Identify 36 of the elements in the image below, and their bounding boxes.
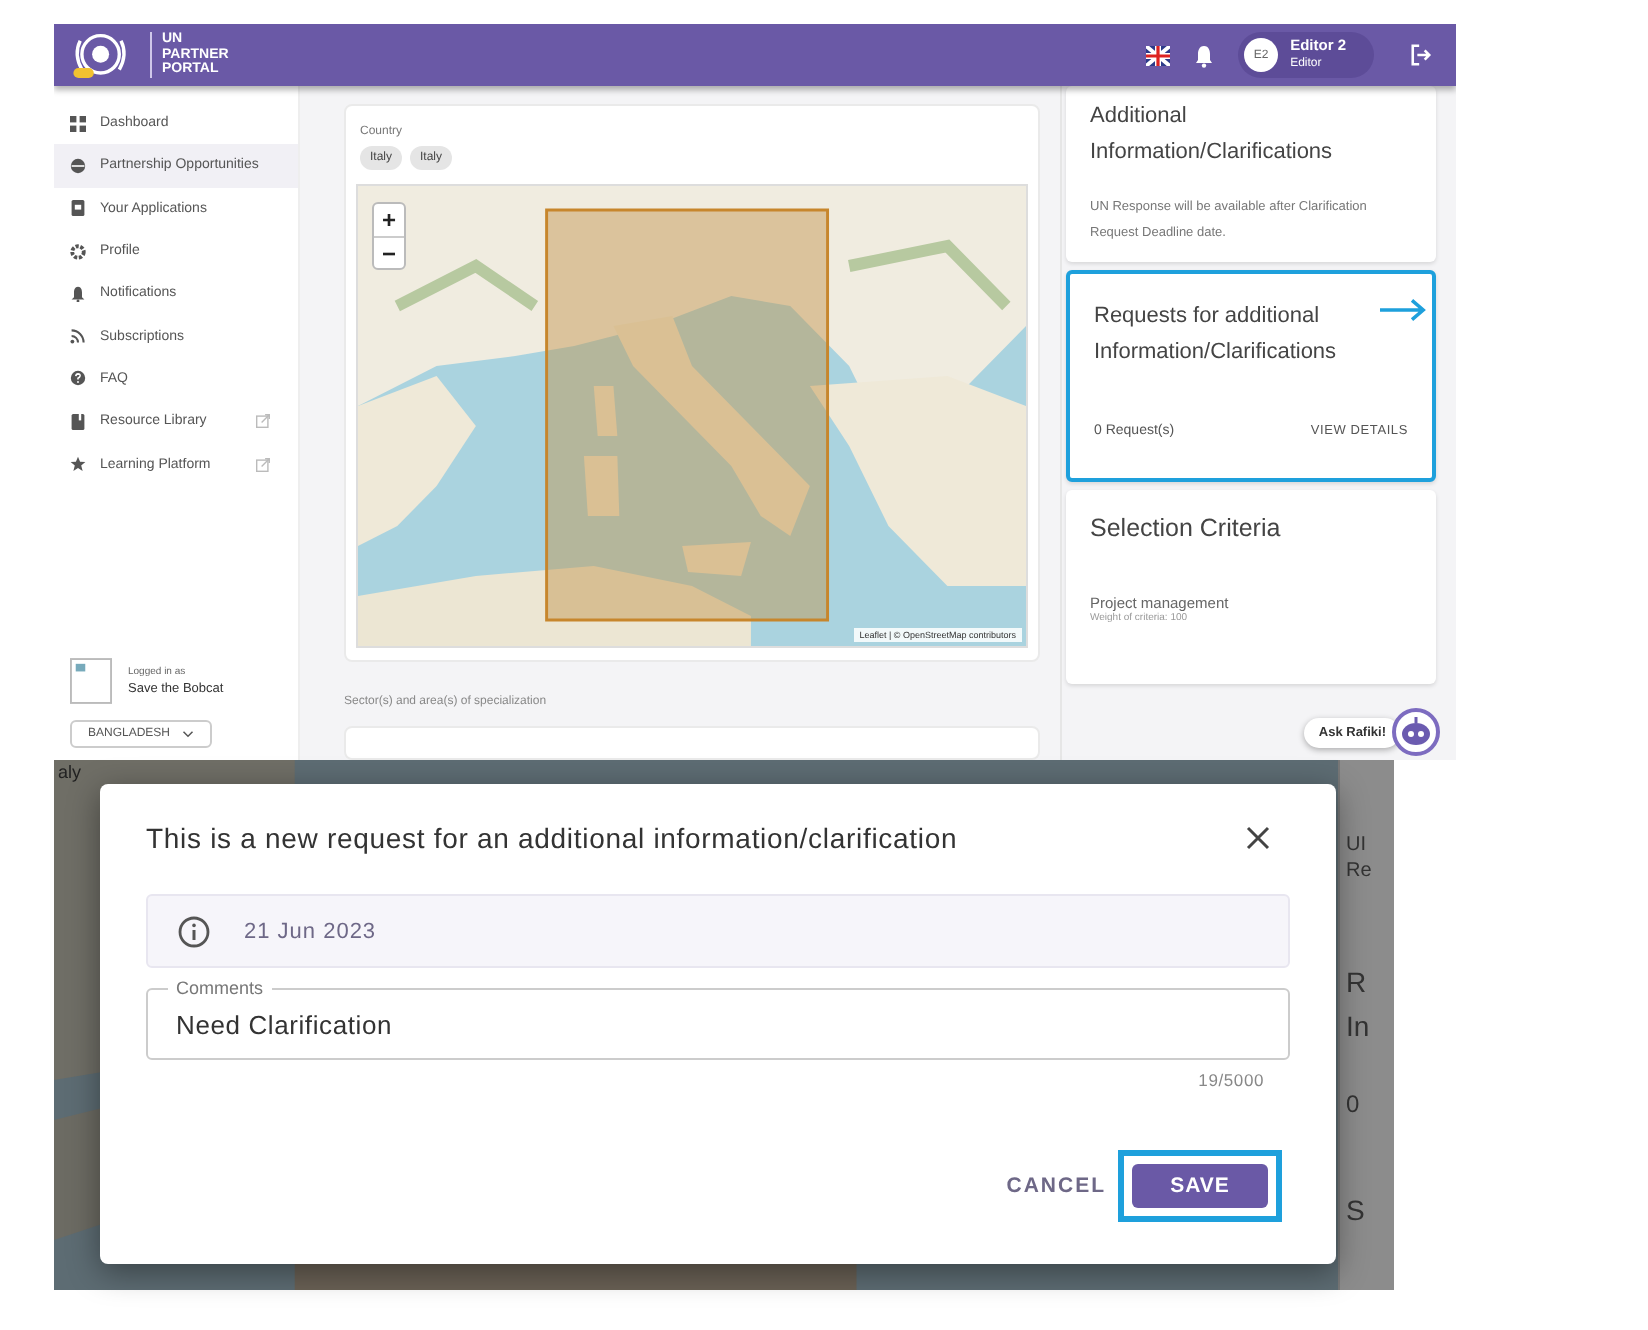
info-icon [178, 915, 210, 947]
dialog-title: This is a new request for an additional information/clarification [146, 822, 958, 854]
menu-item-icon [70, 285, 86, 302]
zoom-out-button[interactable]: − [374, 236, 404, 268]
country-name: aly [58, 762, 82, 782]
cancel-button[interactable]: CANCEL [998, 1162, 1114, 1210]
card-title: Selection Criteria [1090, 512, 1283, 546]
card-text: R [1346, 964, 1369, 1002]
request-date: 21 Jun 2023 [244, 919, 377, 943]
field-label: Comments [168, 978, 272, 998]
save-button[interactable]: SAVE [1132, 1164, 1268, 1208]
flag-icon[interactable] [1146, 45, 1171, 65]
character-counter: 19/5000 [1198, 1070, 1264, 1090]
card-title: Additional Information/Clarifications [1090, 102, 1335, 168]
card-text: Re [1346, 858, 1374, 884]
menu-item-icon [70, 157, 86, 174]
chevron-down-icon [182, 730, 195, 738]
card-text: In [1346, 1008, 1372, 1046]
broken-image-icon [70, 658, 112, 704]
card-text: 0 [1346, 1092, 1362, 1118]
bell-icon[interactable] [1194, 43, 1215, 67]
close-button[interactable] [1242, 822, 1274, 854]
zoom-in-button[interactable]: + [374, 204, 404, 236]
logout-icon[interactable] [1410, 44, 1432, 66]
card-text: S [1346, 1198, 1367, 1224]
menu-item-icon [70, 413, 86, 430]
menu-item-icon [70, 200, 86, 217]
arrow-icon [1380, 298, 1428, 322]
menu-item-icon [70, 243, 86, 260]
menu-item-icon [70, 115, 86, 132]
menu-item-icon [70, 328, 86, 345]
menu-item-icon [70, 456, 86, 473]
robot-icon[interactable] [1392, 708, 1440, 756]
card-text: UI [1346, 832, 1368, 858]
card-title: Requests for additional Information/Clarifications [1094, 302, 1339, 368]
menu-item-icon [70, 370, 86, 387]
